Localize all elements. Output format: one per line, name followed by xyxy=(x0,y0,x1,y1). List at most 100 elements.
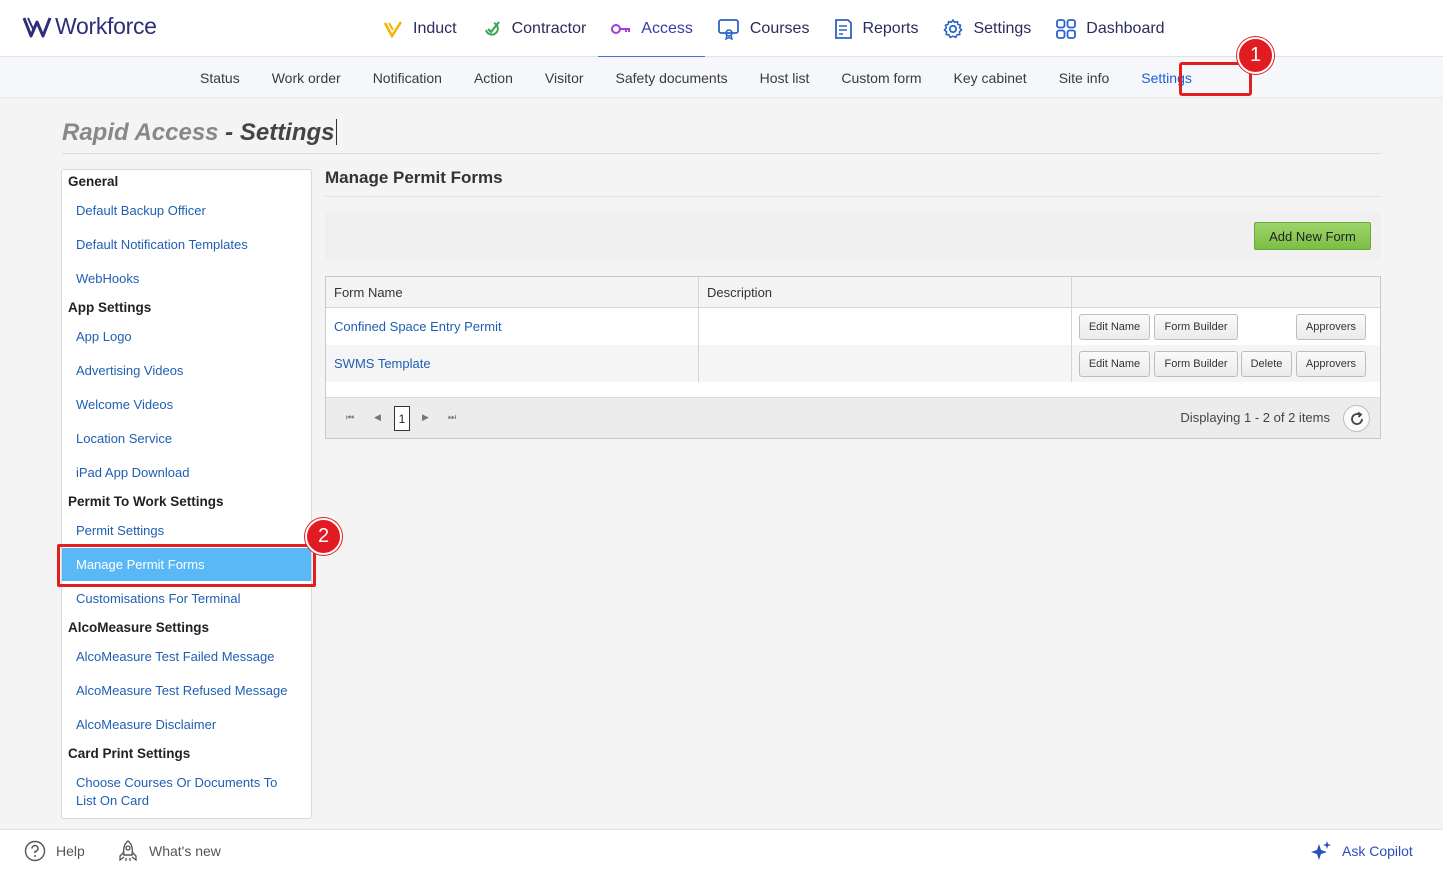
edit-name-button[interactable]: Edit Name xyxy=(1079,351,1150,377)
nav-access[interactable]: Access xyxy=(598,0,705,58)
refresh-button[interactable] xyxy=(1343,405,1370,432)
column-divider xyxy=(698,277,699,382)
nav-induct-label: Induct xyxy=(413,19,457,37)
current-page[interactable]: 1 xyxy=(394,406,410,431)
prev-page-icon[interactable]: ◀ xyxy=(374,412,381,423)
subnav-visitor[interactable]: Visitor xyxy=(529,70,600,86)
sidebar-group-general: General xyxy=(68,174,119,189)
table-row: Confined Space Entry Permit Edit Name Fo… xyxy=(326,308,1380,345)
sidebar-item-alcomeasure-refused[interactable]: AlcoMeasure Test Refused Message xyxy=(76,682,306,700)
grid-toolbar: Add New Form xyxy=(325,213,1381,259)
sidebar-item-choose-courses-line1: Choose Courses Or Documents To xyxy=(76,775,278,790)
pager-info: Displaying 1 - 2 of 2 items xyxy=(1180,410,1330,425)
form-name-link[interactable]: Confined Space Entry Permit xyxy=(334,308,502,345)
grid-header: Form Name Description xyxy=(326,277,1380,308)
sidebar-item-welcome-videos[interactable]: Welcome Videos xyxy=(76,396,306,414)
column-header-description[interactable]: Description xyxy=(699,277,772,308)
add-new-form-button[interactable]: Add New Form xyxy=(1254,222,1371,250)
dashboard-grid-icon xyxy=(1056,18,1077,39)
help-label: Help xyxy=(56,842,85,859)
next-page-icon[interactable]: ▶ xyxy=(422,412,429,423)
ask-copilot-label: Ask Copilot xyxy=(1342,842,1413,859)
nav-contractor-label: Contractor xyxy=(511,19,587,37)
nav-settings[interactable]: Settings xyxy=(930,0,1043,57)
top-navigation-bar: Workforce Induct Contractor Access Cours… xyxy=(0,0,1443,58)
sidebar-group-card-print: Card Print Settings xyxy=(68,746,191,761)
permit-forms-grid: Form Name Description Confined Space Ent… xyxy=(325,276,1381,439)
title-divider xyxy=(62,153,1381,154)
subnav-status[interactable]: Status xyxy=(184,70,256,86)
approvers-button[interactable]: Approvers xyxy=(1296,314,1366,340)
nav-settings-label: Settings xyxy=(973,19,1032,37)
sidebar-item-customisations-for-terminal[interactable]: Customisations For Terminal xyxy=(76,590,306,608)
nav-courses-label: Courses xyxy=(749,19,810,37)
sidebar-group-alcomeasure: AlcoMeasure Settings xyxy=(68,620,210,635)
sparkle-icon xyxy=(1311,840,1331,860)
column-header-form-name[interactable]: Form Name xyxy=(326,277,403,308)
subnav-key-cabinet[interactable]: Key cabinet xyxy=(938,70,1043,86)
whats-new-label: What's new xyxy=(149,842,221,859)
help-link[interactable]: Help xyxy=(24,830,85,870)
form-name-link[interactable]: SWMS Template xyxy=(334,345,431,382)
sidebar-item-default-notification-templates[interactable]: Default Notification Templates xyxy=(76,236,306,254)
main-nav: Induct Contractor Access Courses Reports… xyxy=(370,0,1177,58)
reports-icon xyxy=(835,18,853,39)
nav-induct[interactable]: Induct xyxy=(370,0,469,57)
sidebar-item-default-backup-officer[interactable]: Default Backup Officer xyxy=(76,202,306,220)
sidebar-item-location-service[interactable]: Location Service xyxy=(76,430,306,448)
sidebar-item-advertising-videos[interactable]: Advertising Videos xyxy=(76,362,306,380)
sidebar-item-alcomeasure-disclaimer[interactable]: AlcoMeasure Disclaimer xyxy=(76,716,306,734)
sidebar-item-app-logo[interactable]: App Logo xyxy=(76,328,306,346)
subnav-custom-form[interactable]: Custom form xyxy=(825,70,937,86)
form-builder-button[interactable]: Form Builder xyxy=(1154,314,1238,340)
sidebar-item-choose-courses[interactable]: Choose Courses Or Documents To List On C… xyxy=(76,774,306,810)
column-header-actions xyxy=(1072,277,1080,308)
form-builder-button[interactable]: Form Builder xyxy=(1154,351,1238,377)
last-page-icon[interactable]: ⏭ xyxy=(448,412,456,423)
induct-icon xyxy=(383,20,403,38)
app-logo[interactable]: Workforce xyxy=(22,13,157,40)
access-key-icon xyxy=(611,23,631,34)
edit-name-button[interactable]: Edit Name xyxy=(1079,314,1150,340)
nav-courses[interactable]: Courses xyxy=(705,0,822,57)
nav-access-label: Access xyxy=(641,19,693,37)
highlight-box-manage-permit-forms xyxy=(57,544,316,587)
step-badge-1: 1 xyxy=(1237,37,1274,74)
app-name: Workforce xyxy=(55,13,157,39)
settings-sidebar: General Default Backup Officer Default N… xyxy=(61,169,312,819)
subnav-site-info[interactable]: Site info xyxy=(1043,70,1126,86)
page-title-separator: - xyxy=(218,119,240,146)
subnav-notification[interactable]: Notification xyxy=(357,70,458,86)
sidebar-item-ipad-app-download[interactable]: iPad App Download xyxy=(76,464,306,482)
grid-pager: ⏮ ◀ 1 ▶ ⏭ Displaying 1 - 2 of 2 items xyxy=(326,397,1380,438)
courses-icon xyxy=(717,18,739,40)
first-page-icon[interactable]: ⏮ xyxy=(346,412,354,423)
nav-dashboard[interactable]: Dashboard xyxy=(1043,0,1176,57)
page-title: Rapid Access - Settings xyxy=(62,119,337,147)
table-row: SWMS Template Edit Name Form Builder Del… xyxy=(326,345,1380,382)
nav-reports[interactable]: Reports xyxy=(821,0,930,57)
subnav-host-list[interactable]: Host list xyxy=(744,70,826,86)
sidebar-item-choose-courses-line2: List On Card xyxy=(76,793,149,808)
ask-copilot-button[interactable]: Ask Copilot xyxy=(1310,830,1413,870)
delete-button[interactable]: Delete xyxy=(1241,351,1292,377)
footer-bar: Help What's new Ask Copilot xyxy=(0,829,1443,870)
page-title-section: Rapid Access xyxy=(62,119,219,146)
nav-contractor[interactable]: Contractor xyxy=(469,0,599,57)
whats-new-link[interactable]: What's new xyxy=(117,830,221,870)
column-divider xyxy=(1071,277,1072,382)
approvers-button[interactable]: Approvers xyxy=(1296,351,1366,377)
subnav-action[interactable]: Action xyxy=(458,70,529,86)
sidebar-item-permit-settings[interactable]: Permit Settings xyxy=(76,522,306,540)
sidebar-item-alcomeasure-failed[interactable]: AlcoMeasure Test Failed Message xyxy=(76,648,306,666)
gear-icon xyxy=(944,18,963,38)
contractor-icon xyxy=(484,20,500,36)
subnav-work-order[interactable]: Work order xyxy=(256,70,357,86)
subnav-safety-documents[interactable]: Safety documents xyxy=(600,70,744,86)
rocket-icon xyxy=(119,839,137,861)
nav-dashboard-label: Dashboard xyxy=(1086,19,1165,37)
workforce-logo-icon xyxy=(22,16,52,37)
sidebar-item-webhooks[interactable]: WebHooks xyxy=(76,270,306,288)
step-badge-2: 2 xyxy=(305,518,342,555)
refresh-icon xyxy=(1350,411,1363,425)
